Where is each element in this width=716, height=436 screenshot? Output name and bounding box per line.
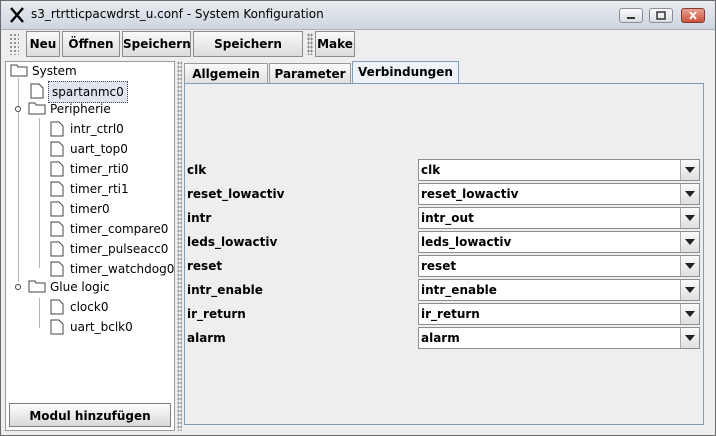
expand-toggle-icon[interactable] <box>14 283 22 291</box>
tree-label-peripherie: Peripherie <box>50 102 111 116</box>
toolbar-separator <box>307 33 313 55</box>
file-icon <box>50 161 64 177</box>
file-icon <box>50 121 64 137</box>
tree-line <box>39 118 40 268</box>
folder-icon <box>28 280 46 293</box>
chevron-down-icon[interactable] <box>680 256 699 276</box>
connection-label: ir_return <box>187 307 246 321</box>
title-bar: s3_rtrtticpacwdrst_u.conf - System Konfi… <box>1 1 715 30</box>
split-pane-divider[interactable] <box>177 61 182 431</box>
chevron-down-icon[interactable] <box>680 280 699 300</box>
connection-label: intr_enable <box>187 283 263 297</box>
expand-toggle-icon[interactable] <box>14 105 22 113</box>
tree-label-glue-logic: Glue logic <box>50 280 110 294</box>
save-as-button[interactable]: Speichern unter <box>193 31 303 75</box>
file-icon <box>50 299 64 315</box>
tab-verbindungen[interactable]: Verbindungen <box>352 61 459 84</box>
connection-select[interactable]: alarm <box>418 327 700 349</box>
connection-select[interactable]: ir_return <box>418 303 700 325</box>
connection-select-value: alarm <box>421 331 460 345</box>
chevron-down-icon[interactable] <box>680 160 699 180</box>
file-icon <box>50 201 64 217</box>
connection-label: clk <box>187 163 207 177</box>
tree-label: uart_top0 <box>70 142 128 156</box>
chevron-down-icon[interactable] <box>680 328 699 348</box>
folder-icon <box>10 64 28 77</box>
connection-select-value: intr_enable <box>421 283 497 297</box>
add-module-button[interactable]: Modul hinzufügen <box>9 403 171 427</box>
close-button[interactable] <box>681 8 705 23</box>
tree-label-system: System <box>32 64 77 78</box>
connection-label: alarm <box>187 331 226 345</box>
connection-select[interactable]: intr_enable <box>418 279 700 301</box>
file-icon <box>50 141 64 157</box>
connection-select-value: leds_lowactiv <box>421 235 512 249</box>
toolbar-grip[interactable] <box>9 33 19 55</box>
connection-select[interactable]: clk <box>418 159 700 181</box>
tree-label: timer_watchdog0 <box>70 262 175 276</box>
tree-label: timer_pulseacc0 <box>70 242 169 256</box>
file-icon <box>30 83 44 99</box>
chevron-down-icon[interactable] <box>680 232 699 252</box>
chevron-down-icon[interactable] <box>680 208 699 228</box>
file-icon <box>50 221 64 237</box>
file-icon <box>50 261 64 277</box>
connection-select[interactable]: leds_lowactiv <box>418 231 700 253</box>
file-icon <box>50 241 64 257</box>
connection-select-value: clk <box>421 163 441 177</box>
toolbar: Neu Öffnen Speichern Speichern unter Mak… <box>9 31 707 75</box>
tree-label: clock0 <box>70 300 109 314</box>
file-icon <box>50 181 64 197</box>
connection-label: reset <box>187 259 223 273</box>
tree-label: timer_rti0 <box>70 162 129 176</box>
connection-label: leds_lowactiv <box>187 235 278 249</box>
connections-panel: clk clk reset_lowactiv reset_lowactivintr in… <box>184 83 704 425</box>
connection-select[interactable]: intr_out <box>418 207 700 229</box>
connection-label: reset_lowactiv <box>187 187 285 201</box>
x-logo-icon <box>9 6 25 24</box>
connection-select[interactable]: reset <box>418 255 700 277</box>
save-button[interactable]: Speichern <box>122 31 191 57</box>
tree-label: uart_bclk0 <box>70 320 133 334</box>
connection-select-value: intr_out <box>421 211 474 225</box>
folder-icon <box>28 102 46 115</box>
chevron-down-icon[interactable] <box>680 184 699 204</box>
tab-allgemein[interactable]: Allgemein <box>184 63 268 83</box>
tree-line <box>39 298 40 328</box>
tree-label: intr_ctrl0 <box>70 122 124 136</box>
connection-select-value: reset <box>421 259 457 273</box>
window-title: s3_rtrtticpacwdrst_u.conf - System Konfi… <box>31 7 324 21</box>
minimize-button[interactable] <box>619 8 643 23</box>
connection-label: intr <box>187 211 212 225</box>
new-button[interactable]: Neu <box>26 31 60 57</box>
make-button[interactable]: Make <box>315 31 355 57</box>
chevron-down-icon[interactable] <box>680 304 699 324</box>
connection-select-value: ir_return <box>421 307 480 321</box>
tab-bar: Allgemein Parameter Verbindungen <box>184 61 704 84</box>
system-tree: System spartanmc0 Peripherie intr_ctrl0 u… <box>5 61 175 431</box>
tree-label: timer_rti1 <box>70 182 129 196</box>
tree-label: timer0 <box>70 202 110 216</box>
connection-select[interactable]: reset_lowactiv <box>418 183 700 205</box>
app-window: s3_rtrtticpacwdrst_u.conf - System Konfi… <box>0 0 716 436</box>
connection-select-value: reset_lowactiv <box>421 187 519 201</box>
maximize-button[interactable] <box>649 8 673 23</box>
tree-label: timer_compare0 <box>70 222 169 236</box>
tab-parameter[interactable]: Parameter <box>269 63 351 83</box>
file-icon <box>50 319 64 335</box>
open-button[interactable]: Öffnen <box>62 31 120 57</box>
